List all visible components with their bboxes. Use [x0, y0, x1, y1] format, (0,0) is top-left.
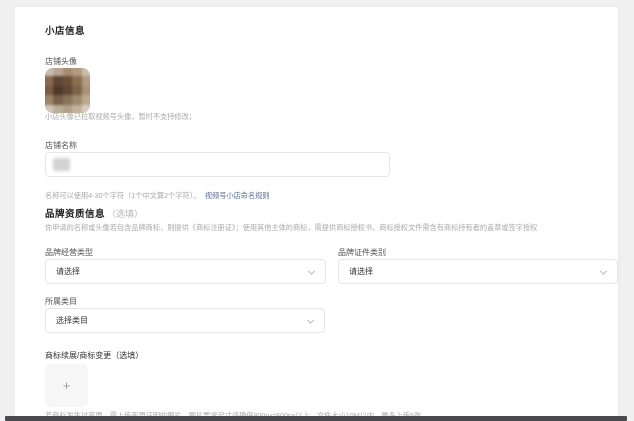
- chevron-down-icon: [600, 267, 607, 274]
- shop-name-input[interactable]: [45, 152, 390, 177]
- form-card: 小店信息 店铺头像 小店头像已拉取视频号头像，暂时不支持修改； 店铺名称 名称可…: [15, 7, 618, 421]
- brand-section-title-row: 品牌资质信息（选填）: [45, 204, 143, 222]
- brand-business-type-value: 请选择: [56, 266, 80, 277]
- brand-business-type-label: 品牌经营类型: [45, 247, 93, 258]
- plus-icon: +: [63, 379, 71, 392]
- brand-certificate-type-select[interactable]: 请选择: [338, 259, 618, 284]
- naming-rules-link[interactable]: 视频号小店命名规则: [205, 191, 270, 200]
- trademark-upload-button[interactable]: +: [45, 364, 88, 407]
- category-select[interactable]: 选择类目: [45, 308, 325, 333]
- category-label: 所属类目: [45, 296, 77, 307]
- window-bottom-edge: [5, 416, 627, 421]
- brand-description: 你申请的名称或头像若包含品牌商标，则提供《商标注册证》；使用其他主体的商标，需提…: [45, 223, 537, 233]
- shop-avatar-label: 店铺头像: [45, 56, 77, 67]
- brand-certificate-type-label: 品牌证件类别: [338, 247, 386, 258]
- censored-avatar-pixels: [45, 68, 90, 113]
- brand-section-title: 品牌资质信息: [45, 209, 105, 220]
- chevron-down-icon: [308, 267, 315, 274]
- brand-section-title-suffix: （选填）: [107, 209, 143, 219]
- censored-name-blob: [53, 158, 70, 171]
- trademark-label: 商标续展/商标变更（选填）: [45, 350, 143, 361]
- brand-certificate-type-value: 请选择: [349, 266, 373, 277]
- category-value: 选择类目: [56, 315, 88, 326]
- name-helper-row: 名称可以使用4-30个字符（1个中文算2个字符）。 视频号小店命名规则: [45, 185, 270, 203]
- avatar-helper-text: 小店头像已拉取视频号头像，暂时不支持修改；: [45, 112, 196, 122]
- shop-avatar-image: [45, 68, 90, 113]
- shop-name-label: 店铺名称: [45, 140, 77, 151]
- shop-settings-page: 小店信息 店铺头像 小店头像已拉取视频号头像，暂时不支持修改； 店铺名称 名称可…: [0, 0, 634, 421]
- page-title: 小店信息: [45, 23, 85, 37]
- chevron-down-icon: [307, 316, 314, 323]
- name-helper-text: 名称可以使用4-30个字符（1个中文算2个字符）。: [45, 191, 200, 200]
- brand-business-type-select[interactable]: 请选择: [45, 259, 326, 284]
